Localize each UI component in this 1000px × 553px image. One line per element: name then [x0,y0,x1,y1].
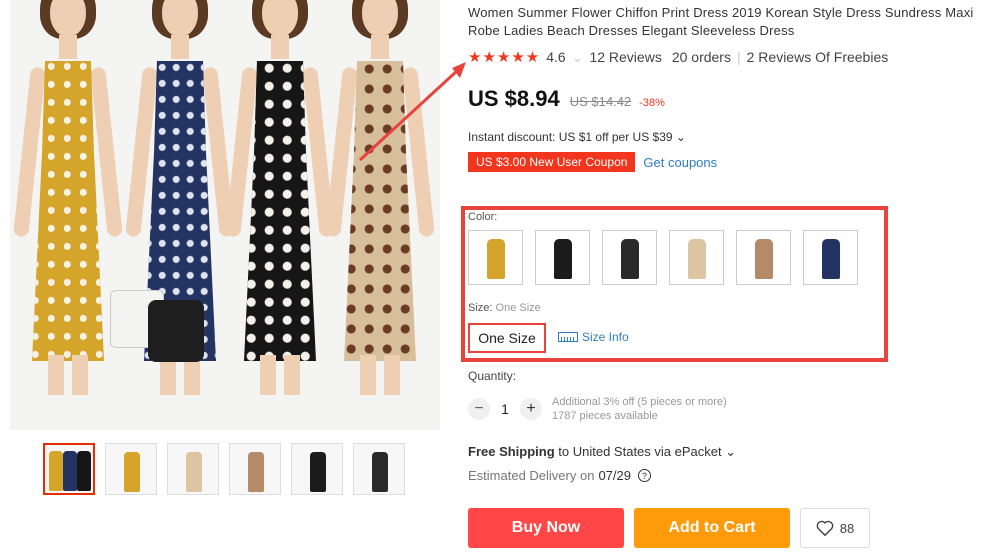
thumbnail-strip [43,443,405,495]
instant-discount-dropdown[interactable]: Instant discount: US $1 off per US $39 ⌄ [468,130,993,144]
product-info-panel: Women Summer Flower Chiffon Print Dress … [468,0,993,172]
thumbnail-5[interactable] [291,443,343,495]
shipping-destination: to United States via ePacket ⌄ [554,444,737,459]
reviews-link[interactable]: 12 Reviews [589,49,661,65]
color-label: Color: [468,211,498,223]
freebies-reviews-link[interactable]: 2 Reviews Of Freebies [747,49,889,65]
size-label-text: Size: [468,302,496,314]
wishlist-count: 88 [839,520,855,536]
quantity-stepper: − 1 + Additional 3% off (5 pieces or mor… [468,395,727,423]
size-info-label: Size Info [582,330,629,344]
delivery-label: Estimated Delivery on [468,468,595,483]
thumbnail-4[interactable] [229,443,281,495]
delivery-date: 07/29 [598,468,631,483]
quantity-decrease-button[interactable]: − [468,398,490,420]
original-price: US $14.42 [569,94,632,109]
current-price: US $8.94 [468,86,560,111]
main-product-image[interactable] [10,0,440,430]
rating-row: ★★★★★ 4.6 ⌄ 12 Reviews 20 orders | 2 Rev… [468,48,993,67]
size-option-button[interactable]: One Size [468,323,546,353]
help-icon[interactable]: ? [638,469,651,482]
color-swatch-black-print[interactable] [602,230,657,285]
model-black-dress [225,0,335,405]
quantity-increase-button[interactable]: + [520,398,542,420]
thumbnail-2[interactable] [105,443,157,495]
discount-percent: -38% [639,97,665,109]
free-shipping-label: Free Shipping [468,444,555,459]
new-user-coupon-badge: US $3.00 New User Coupon [468,152,636,172]
coupon-row: US $3.00 New User Coupon Get coupons [468,152,993,172]
star-rating-icon: ★★★★★ [468,49,541,66]
price-row: US $8.94 US $14.42 -38% [468,86,993,112]
rating-score: 4.6 [546,49,566,65]
ruler-icon [558,332,578,342]
color-swatch-navy[interactable] [803,230,858,285]
bulk-discount-note: Additional 3% off (5 pieces or more) [552,396,727,408]
product-title: Women Summer Flower Chiffon Print Dress … [468,5,974,38]
estimated-delivery: Estimated Delivery on 07/29 ? [468,468,651,483]
add-to-cart-button[interactable]: Add to Cart [634,508,790,548]
heart-icon [816,520,834,536]
color-swatch-brown-floral[interactable] [736,230,791,285]
black-handbag [148,300,204,362]
color-swatches [468,230,858,285]
stock-available: 1787 pieces available [552,410,658,422]
thumbnail-1[interactable] [43,443,95,495]
wishlist-button[interactable]: 88 [800,508,870,548]
quantity-label: Quantity: [468,369,517,383]
get-coupons-link[interactable]: Get coupons [643,155,717,170]
color-swatch-black-floral[interactable] [535,230,590,285]
orders-count: 20 orders [671,49,731,65]
quantity-value[interactable]: 1 [490,401,520,417]
buy-now-button[interactable]: Buy Now [468,508,624,548]
thumbnail-3[interactable] [167,443,219,495]
model-beige-dress [325,0,435,405]
shipping-dropdown[interactable]: Free Shipping to United States via ePack… [468,444,736,460]
size-selected-text: One Size [495,302,541,314]
model-yellow-dress [13,0,123,405]
quantity-note: Additional 3% off (5 pieces or more) 178… [552,395,727,423]
size-label: Size: One Size [468,302,541,314]
color-swatch-beige[interactable] [669,230,724,285]
separator: | [736,49,741,65]
color-swatch-yellow[interactable] [468,230,523,285]
size-info-link[interactable]: Size Info [558,330,629,344]
thumbnail-6[interactable] [353,443,405,495]
separator: ⌄ [571,48,584,65]
